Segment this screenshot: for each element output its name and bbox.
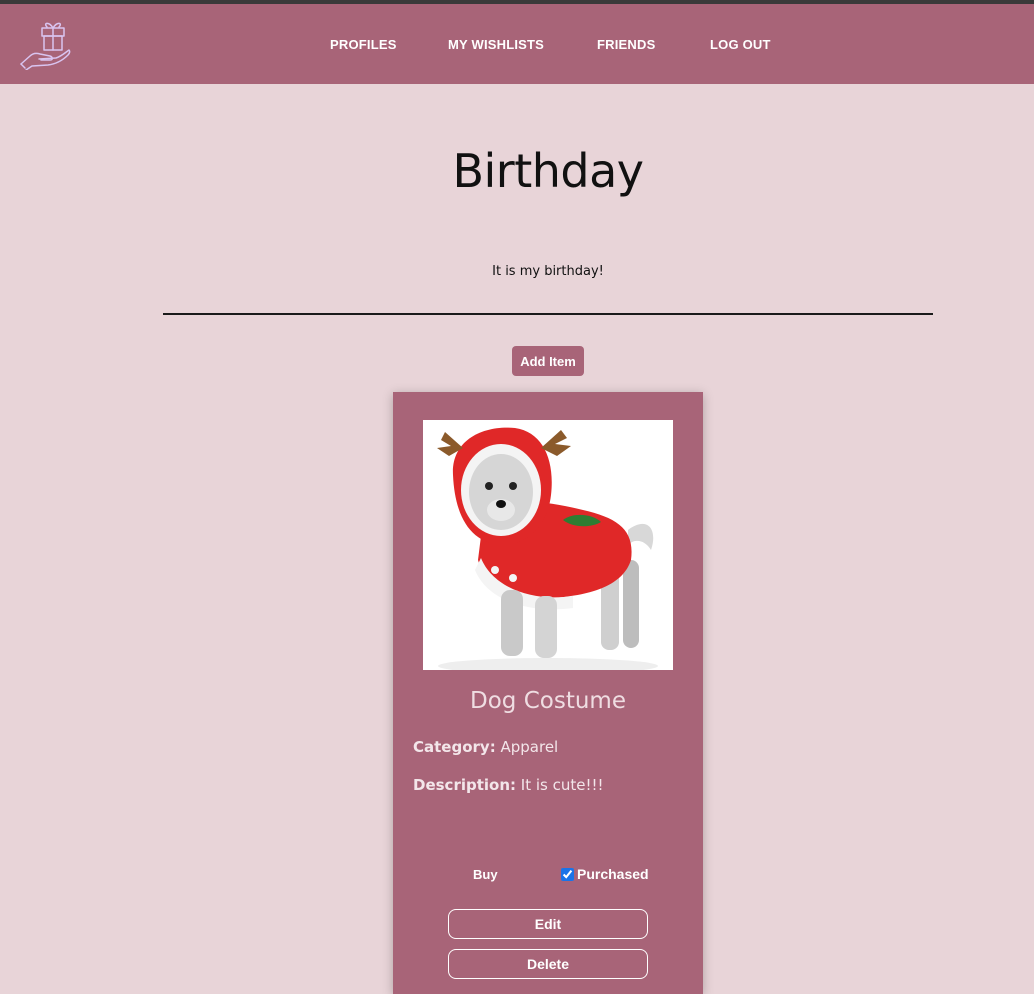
description-label: Description: — [413, 776, 517, 794]
nav-my-wishlists[interactable]: MY WISHLISTS — [448, 37, 544, 52]
nav-log-out[interactable]: LOG OUT — [710, 37, 771, 52]
item-description: Description: It is cute!!! — [413, 776, 604, 794]
item-name: Dog Costume — [470, 688, 626, 714]
item-category: Category: Apparel — [413, 738, 558, 756]
category-value: Apparel — [500, 738, 559, 756]
hand-gift-icon[interactable] — [18, 18, 72, 71]
purchased-checkbox[interactable] — [561, 867, 574, 881]
item-card: Dog Costume Category: Apparel Descriptio… — [393, 392, 703, 994]
nav-profiles[interactable]: PROFILES — [330, 37, 397, 52]
purchased-label: Purchased — [577, 866, 649, 882]
description-value: It is cute!!! — [520, 776, 604, 794]
navbar: PROFILES MY WISHLISTS FRIENDS LOG OUT — [0, 4, 1034, 84]
edit-button[interactable]: Edit — [448, 909, 648, 939]
nav-friends[interactable]: FRIENDS — [597, 37, 655, 52]
buy-link[interactable]: Buy — [473, 867, 498, 882]
divider — [163, 313, 933, 315]
item-image — [423, 420, 673, 670]
category-label: Category: — [413, 738, 496, 756]
wishlist-description: It is my birthday! — [492, 264, 604, 279]
delete-button[interactable]: Delete — [448, 949, 648, 979]
add-item-button[interactable]: Add Item — [512, 346, 584, 376]
purchased-toggle[interactable]: Purchased — [561, 866, 649, 882]
wishlist-title: Birthday — [452, 144, 644, 198]
